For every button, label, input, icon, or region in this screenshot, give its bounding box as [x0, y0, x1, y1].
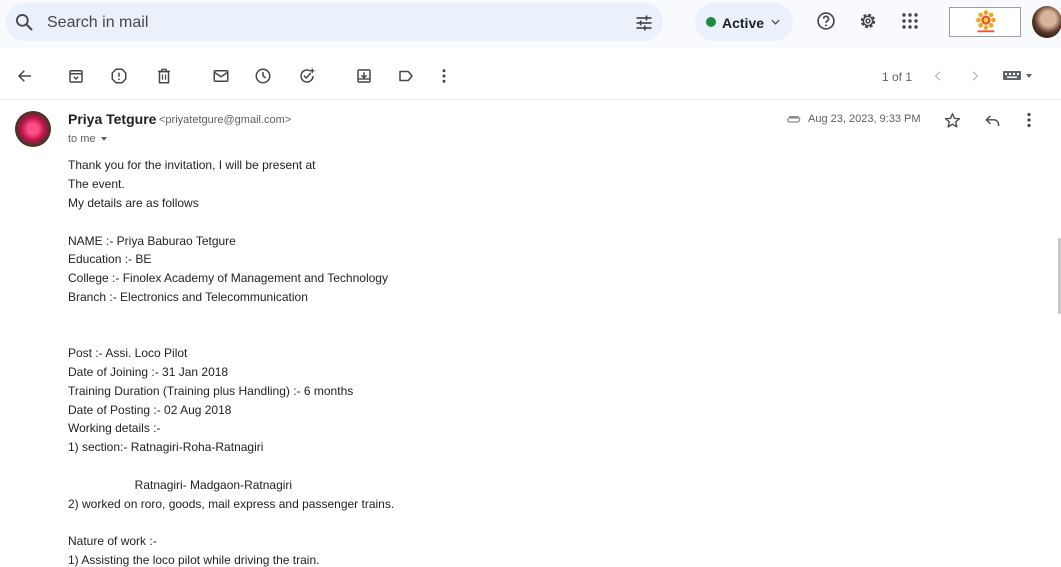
- top-bar: Search in mail Active: [0, 0, 1061, 48]
- body-line: Date of Joining :- 31 Jan 2018: [68, 365, 229, 379]
- body-line: The event.: [68, 177, 125, 191]
- keyboard-icon[interactable]: [1003, 70, 1035, 82]
- status-dot-icon: [706, 17, 716, 27]
- chevron-down-icon: [771, 19, 780, 25]
- recipient-label: to me: [68, 133, 96, 145]
- mark-unread-icon[interactable]: [212, 67, 230, 85]
- search-input[interactable]: Search in mail: [47, 14, 148, 32]
- body-line: 2) worked on roro, goods, mail express a…: [68, 497, 395, 511]
- body-line: Training Duration (Training plus Handlin…: [68, 384, 354, 398]
- help-icon[interactable]: [816, 11, 836, 31]
- apps-grid-icon[interactable]: [901, 12, 919, 30]
- snooze-icon[interactable]: [254, 67, 272, 85]
- more-vert-icon[interactable]: [1026, 112, 1032, 128]
- body-line: Ratnagiri- Madgaon-Ratnagiri: [68, 478, 293, 492]
- sender-avatar[interactable]: [15, 111, 51, 147]
- body-line: 1) Assisting the loco pilot while drivin…: [68, 553, 320, 567]
- chevron-right-icon[interactable]: [968, 69, 982, 83]
- sender-email: <priyatetgure@gmail.com>: [159, 114, 292, 126]
- body-line: Branch :- Electronics and Telecommunicat…: [68, 290, 308, 304]
- search-bar[interactable]: Search in mail: [6, 3, 663, 41]
- search-options-icon[interactable]: [634, 13, 654, 33]
- status-selector[interactable]: Active: [695, 3, 793, 41]
- recipient-details-toggle[interactable]: to me: [68, 133, 107, 145]
- reply-icon[interactable]: [984, 113, 1001, 128]
- message-toolbar: 1 of 1: [0, 55, 1061, 100]
- report-spam-icon[interactable]: [110, 67, 128, 85]
- add-task-icon[interactable]: [298, 67, 316, 85]
- body-line: Post :- Assi. Loco Pilot: [68, 346, 188, 360]
- message-date: Aug 23, 2023, 9:33 PM: [808, 113, 921, 125]
- status-label: Active: [722, 15, 765, 31]
- body-line: My details are as follows: [68, 196, 199, 210]
- archive-icon[interactable]: [67, 67, 85, 85]
- body-line: NAME :- Priya Baburao Tetgure: [68, 234, 236, 248]
- label-icon[interactable]: [397, 67, 415, 85]
- back-arrow-icon[interactable]: [16, 67, 34, 85]
- body-line: 1) section:- Ratnagiri-Roha-Ratnagiri: [68, 440, 264, 454]
- move-to-icon[interactable]: [355, 67, 373, 85]
- pagination-count: 1 of 1: [882, 70, 913, 84]
- gear-icon[interactable]: [858, 11, 878, 31]
- caret-down-icon: [100, 137, 107, 142]
- body-line: Nature of work :-: [68, 534, 157, 548]
- more-vert-icon[interactable]: [435, 67, 453, 85]
- body-line: Thank you for the invitation, I will be …: [68, 158, 316, 172]
- chevron-left-icon[interactable]: [931, 69, 945, 83]
- body-line: College :- Finolex Academy of Management…: [68, 271, 388, 285]
- search-icon[interactable]: [14, 12, 34, 32]
- star-icon[interactable]: [944, 112, 961, 129]
- sun-logo-icon: [976, 10, 996, 33]
- attachment-icon: [787, 116, 801, 123]
- sender-name[interactable]: Priya Tetgure: [68, 111, 156, 127]
- body-line: Date of Posting :- 02 Aug 2018: [68, 403, 232, 417]
- delete-icon[interactable]: [155, 67, 173, 85]
- account-avatar[interactable]: [1032, 6, 1061, 38]
- body-line: Working details :-: [68, 421, 161, 435]
- organization-logo[interactable]: [949, 7, 1021, 37]
- body-line: Education :- BE: [68, 252, 152, 266]
